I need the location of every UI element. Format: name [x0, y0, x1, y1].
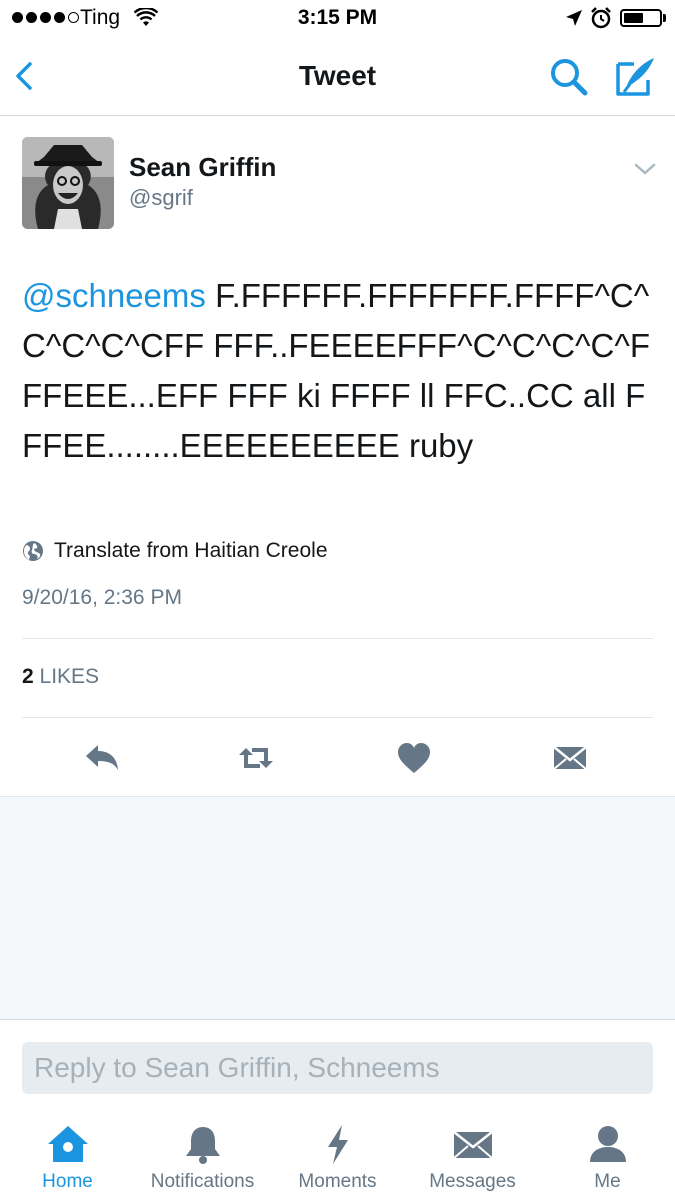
tab-home[interactable]: Home: [0, 1108, 135, 1200]
alarm-icon: [591, 7, 611, 29]
lightning-icon: [327, 1125, 348, 1164]
globe-icon: [23, 541, 43, 561]
envelope-icon[interactable]: [550, 738, 590, 778]
home-icon: [47, 1126, 88, 1162]
tweet-text: @schneems F.FFFFFF.FFFFFFF.FFFF^C^C^C^C^…: [22, 271, 652, 471]
status-bar: Ting 3:15 PM: [0, 0, 675, 38]
author-handle: @sgrif: [129, 185, 193, 210]
author-name[interactable]: Sean Griffin: [129, 152, 276, 183]
reply-input[interactable]: Reply to Sean Griffin, Schneems: [22, 1042, 653, 1094]
tab-notifications[interactable]: Notifications: [135, 1108, 270, 1200]
likes-count-link[interactable]: 2 LIKES: [22, 665, 99, 689]
heart-icon[interactable]: [394, 738, 434, 778]
translate-link[interactable]: Translate from Haitian Creole: [22, 539, 328, 563]
avatar[interactable]: [22, 137, 114, 229]
tweet-actions: [0, 718, 675, 797]
divider: [22, 638, 653, 639]
translate-label: Translate from Haitian Creole: [54, 539, 328, 562]
likes-label: LIKES: [39, 665, 100, 688]
retweet-icon[interactable]: [236, 738, 276, 778]
tab-me[interactable]: Me: [540, 1108, 675, 1200]
tab-label-moments: Moments: [298, 1171, 377, 1192]
chevron-down-icon[interactable]: [632, 160, 658, 178]
empty-area: [0, 797, 675, 1020]
compose-icon[interactable]: [612, 54, 658, 100]
likes-count: 2: [22, 665, 34, 688]
search-icon[interactable]: [548, 56, 590, 98]
tab-moments[interactable]: Moments: [270, 1108, 405, 1200]
tab-label-me: Me: [594, 1171, 621, 1192]
bell-icon: [185, 1127, 220, 1164]
nav-bar: Tweet: [0, 38, 675, 116]
battery-icon: [620, 9, 662, 27]
reply-icon[interactable]: [82, 738, 122, 778]
mention-link[interactable]: @schneems: [22, 277, 206, 314]
envelope-icon: [452, 1131, 493, 1159]
tweet-timestamp: 9/20/16, 2:36 PM: [22, 586, 182, 609]
tab-label-messages: Messages: [429, 1171, 516, 1192]
tab-bar: Home Notifications Moments Messages Me: [0, 1108, 675, 1200]
person-icon: [589, 1126, 626, 1162]
tab-label-home: Home: [42, 1171, 93, 1192]
tab-messages[interactable]: Messages: [405, 1108, 540, 1200]
location-arrow-icon: [566, 10, 582, 26]
battery-tip: [663, 14, 666, 22]
tab-label-notifications: Notifications: [150, 1171, 255, 1192]
